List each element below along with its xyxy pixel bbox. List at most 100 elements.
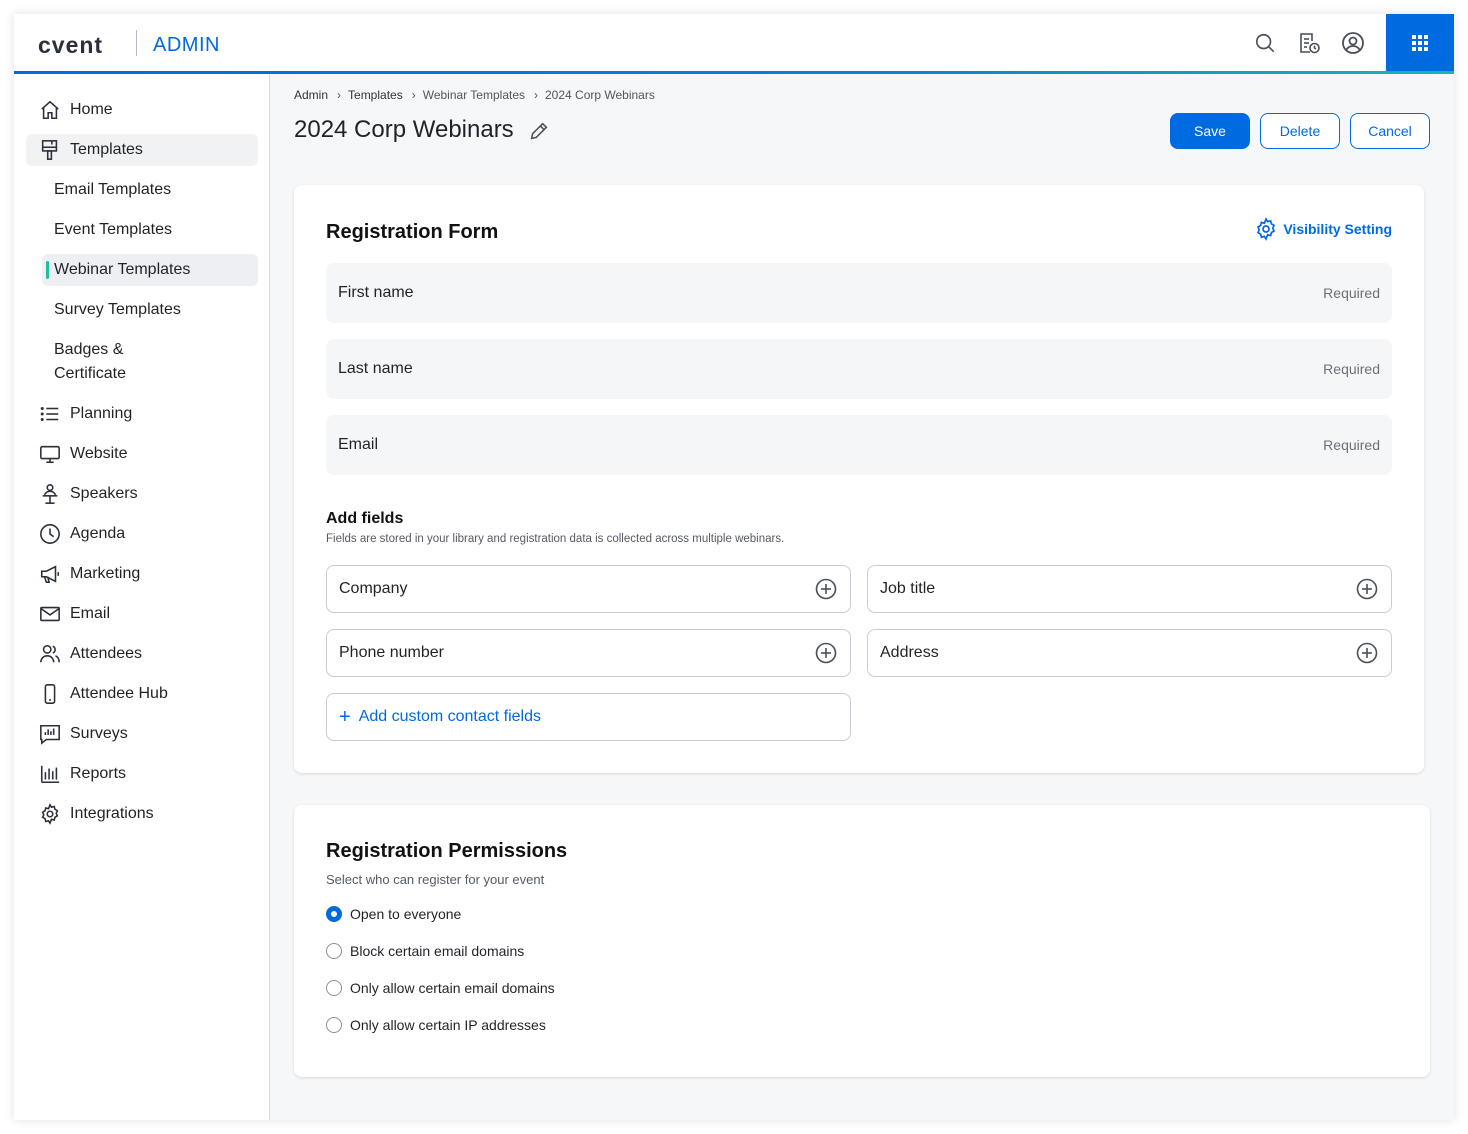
add-field-job-title[interactable]: Job title xyxy=(867,565,1392,613)
sidebar-item-planning[interactable]: Planning xyxy=(26,398,258,430)
plus-circle-icon[interactable] xyxy=(814,641,838,665)
chevron-right-icon: › xyxy=(534,88,538,102)
gear-icon xyxy=(1254,217,1278,241)
visibility-setting-link[interactable]: Visibility Setting xyxy=(1254,217,1392,241)
sidebar-subitem-survey-templates[interactable]: Survey Templates xyxy=(42,294,258,326)
radio-button[interactable] xyxy=(326,980,342,996)
sidebar-item-website[interactable]: Website xyxy=(26,438,258,470)
field-name: Job title xyxy=(880,580,936,597)
breadcrumb-current: 2024 Corp Webinars xyxy=(545,88,655,102)
report-schedule-icon[interactable] xyxy=(1296,30,1322,56)
plus-circle-icon[interactable] xyxy=(1355,641,1379,665)
required-field-first-name[interactable]: First name Required xyxy=(326,263,1392,323)
sidebar-item-attendee-hub[interactable]: Attendee Hub xyxy=(26,678,258,710)
sidebar-subitem-webinar-templates[interactable]: Webinar Templates xyxy=(42,254,258,286)
plus-circle-icon[interactable] xyxy=(1355,577,1379,601)
sidebar-item-label: Home xyxy=(70,101,113,118)
bar-chart-icon xyxy=(38,762,62,786)
sidebar-item-label: Website xyxy=(70,445,128,462)
mobile-icon xyxy=(38,682,62,706)
sidebar-item-label: Integrations xyxy=(70,805,154,822)
sidebar-subitem-email-templates[interactable]: Email Templates xyxy=(42,174,258,206)
registration-permissions-card: Registration Permissions Select who can … xyxy=(294,805,1430,1077)
active-indicator xyxy=(46,261,49,279)
user-account-icon[interactable] xyxy=(1340,30,1366,56)
breadcrumb-admin[interactable]: Admin xyxy=(294,88,328,102)
envelope-icon xyxy=(38,602,62,626)
add-field-company[interactable]: Company xyxy=(326,565,851,613)
field-name: Address xyxy=(880,644,939,661)
chevron-right-icon: › xyxy=(337,88,342,102)
field-name: First name xyxy=(338,284,414,301)
add-field-address[interactable]: Address xyxy=(867,629,1392,677)
sidebar-subitem-event-templates[interactable]: Event Templates xyxy=(42,214,258,246)
pencil-icon[interactable] xyxy=(528,120,552,144)
radio-label: Only allow certain email domains xyxy=(350,980,555,996)
required-field-email[interactable]: Email Required xyxy=(326,415,1392,475)
save-button[interactable]: Save xyxy=(1170,113,1250,149)
list-icon xyxy=(38,402,62,426)
delete-button[interactable]: Delete xyxy=(1260,113,1340,149)
sidebar-item-label: Speakers xyxy=(70,485,138,502)
search-icon[interactable] xyxy=(1252,30,1278,56)
required-label: Required xyxy=(1323,361,1380,377)
add-custom-contact-fields-button[interactable]: + Add custom contact fields xyxy=(326,693,851,741)
breadcrumb-templates[interactable]: Templates xyxy=(348,88,403,102)
permissions-subtitle: Select who can register for your event xyxy=(326,872,545,887)
people-icon xyxy=(38,642,62,666)
radio-allow-email-domains[interactable]: Only allow certain email domains xyxy=(326,980,555,996)
sidebar-item-label: Reports xyxy=(70,765,127,782)
plus-circle-icon[interactable] xyxy=(814,577,838,601)
radio-open-to-everyone[interactable]: Open to everyone xyxy=(326,906,461,922)
field-name: Email xyxy=(338,436,379,453)
home-icon xyxy=(38,98,62,122)
card-title: Registration Form xyxy=(326,221,499,243)
visibility-setting-label: Visibility Setting xyxy=(1283,221,1392,237)
sidebar-item-templates[interactable]: Templates xyxy=(26,134,258,166)
required-field-last-name[interactable]: Last name Required xyxy=(326,339,1392,399)
radio-label: Block certain email domains xyxy=(350,943,525,959)
plus-icon: + xyxy=(339,706,351,728)
registration-form-card: Registration Form Visibility Setting Fir… xyxy=(294,185,1424,773)
sidebar-item-label: Surveys xyxy=(70,725,128,742)
page-title: 2024 Corp Webinars xyxy=(294,116,514,143)
app-label: ADMIN xyxy=(153,34,220,56)
sidebar-item-label: Marketing xyxy=(70,565,141,582)
sidebar-item-reports[interactable]: Reports xyxy=(26,758,258,790)
add-custom-contact-fields-label: Add custom contact fields xyxy=(358,708,541,725)
app-window: cvent ADMIN Home Templates Email Templat… xyxy=(14,14,1454,1120)
field-name: Company xyxy=(339,580,408,597)
add-fields-heading: Add fields xyxy=(326,510,404,527)
sidebar-item-label: Attendees xyxy=(70,645,143,662)
apps-grid-button[interactable] xyxy=(1386,14,1454,71)
sidebar-item-surveys[interactable]: Surveys xyxy=(26,718,258,750)
radio-button[interactable] xyxy=(326,906,342,922)
radio-block-email-domains[interactable]: Block certain email domains xyxy=(326,943,524,959)
breadcrumb-webinar-templates[interactable]: Webinar Templates xyxy=(423,88,525,102)
sidebar-item-label: Planning xyxy=(70,405,133,422)
cancel-button[interactable]: Cancel xyxy=(1350,113,1430,149)
survey-chart-icon xyxy=(38,722,62,746)
sidebar-item-email[interactable]: Email xyxy=(26,598,258,630)
sidebar-item-integrations[interactable]: Integrations xyxy=(26,798,258,830)
apps-grid-icon xyxy=(1412,34,1428,51)
sidebar-item-home[interactable]: Home xyxy=(26,94,258,126)
sidebar-item-speakers[interactable]: Speakers xyxy=(26,478,258,510)
sidebar-item-label: Templates xyxy=(70,141,143,158)
cvent-logo[interactable]: cvent xyxy=(38,32,103,59)
gear-icon xyxy=(38,802,62,826)
sidebar-subitem-label: Webinar Templates xyxy=(54,261,191,278)
card-title: Registration Permissions xyxy=(326,840,568,862)
field-name: Last name xyxy=(338,360,413,377)
radio-allow-ip-addresses[interactable]: Only allow certain IP addresses xyxy=(326,1017,546,1033)
required-label: Required xyxy=(1323,285,1380,301)
sidebar-item-attendees[interactable]: Attendees xyxy=(26,638,258,670)
sidebar-item-marketing[interactable]: Marketing xyxy=(26,558,258,590)
sidebar-item-agenda[interactable]: Agenda xyxy=(26,518,258,550)
add-field-phone-number[interactable]: Phone number xyxy=(326,629,851,677)
radio-button[interactable] xyxy=(326,1017,342,1033)
logo-divider xyxy=(136,30,137,56)
sidebar-subitem-badges-certificate[interactable]: Badges & Certificate xyxy=(42,334,162,390)
radio-button[interactable] xyxy=(326,943,342,959)
sidebar-item-label: Agenda xyxy=(70,525,126,542)
